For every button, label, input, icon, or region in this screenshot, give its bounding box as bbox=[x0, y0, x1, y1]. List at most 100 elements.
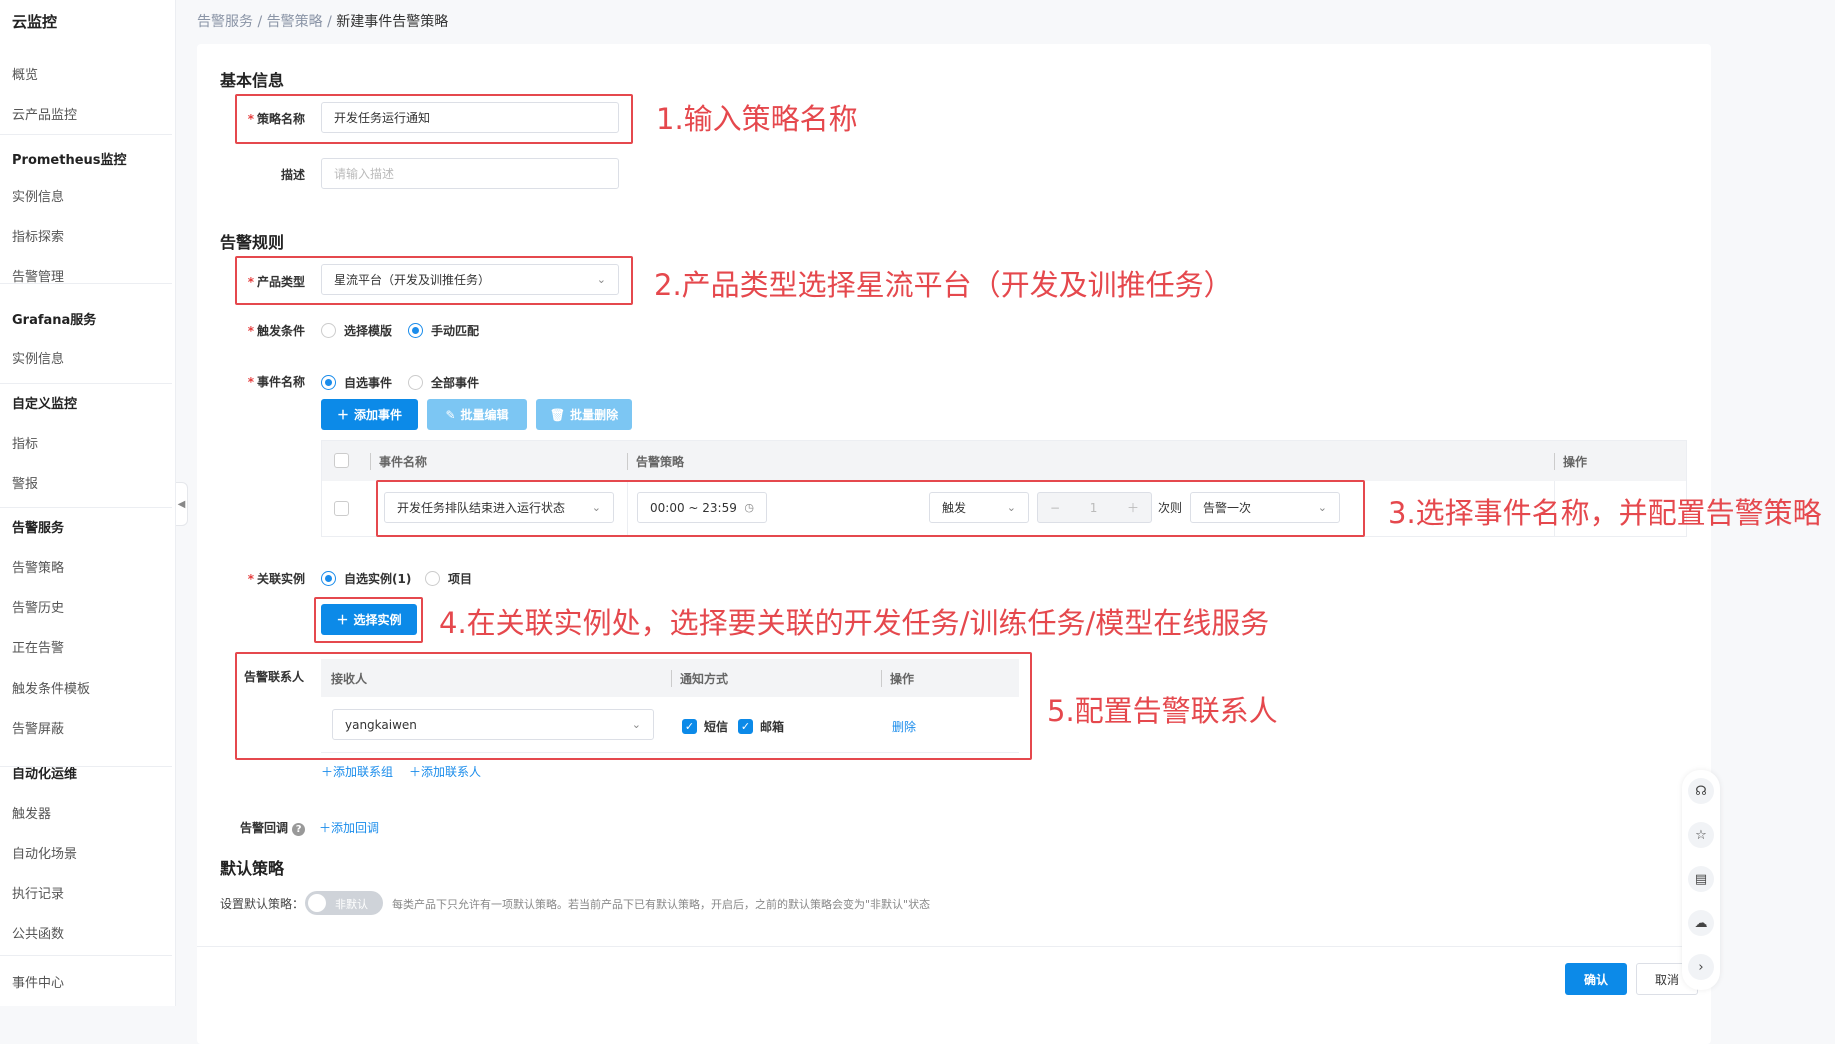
plus-icon: ＋ bbox=[336, 408, 349, 422]
sms-checkbox[interactable]: ✓ 短信 bbox=[682, 718, 728, 735]
product-label: * 产品类型 bbox=[247, 275, 305, 289]
section-default-title: 默认策略 bbox=[220, 859, 285, 878]
radio-custom-events[interactable]: 自选事件 bbox=[321, 374, 392, 391]
sidebar-item[interactable]: 自动化场景 bbox=[12, 843, 77, 862]
breadcrumb: 告警服务 / 告警策略 / 新建事件告警策略 bbox=[197, 14, 449, 30]
sidebar-item[interactable]: 警报 bbox=[12, 473, 38, 492]
receiver-select[interactable]: yangkaiwen ⌄ bbox=[332, 709, 654, 740]
floating-toolbar: ☊ ☆ ▤ ☁ › bbox=[1682, 770, 1720, 990]
sidebar-group: Grafana服务 bbox=[12, 313, 97, 328]
radio-template[interactable]: 选择模版 bbox=[321, 322, 392, 339]
sidebar-item[interactable]: 指标探索 bbox=[12, 226, 64, 245]
sidebar-item[interactable]: 告警策略 bbox=[12, 557, 64, 576]
annotation-2: 2.产品类型选择星流平台（开发及训推任务） bbox=[654, 268, 1233, 302]
sidebar-group: 告警服务 bbox=[12, 521, 65, 536]
help-icon[interactable]: ? bbox=[292, 823, 306, 836]
header-receiver: 接收人 bbox=[331, 672, 368, 686]
header-actions: 操作 bbox=[1554, 453, 1587, 470]
annotation-4: 4.在关联实例处，选择要关联的开发任务/训练任务/模型在线服务 bbox=[439, 606, 1270, 640]
contacts-label: 告警联系人 bbox=[244, 670, 305, 684]
add-event-button[interactable]: ＋添加事件 bbox=[321, 399, 418, 430]
sidebar: 云监控 概览 云产品监控 Prometheus监控 实例信息 指标探索 告警管理 Grafa… bbox=[0, 0, 176, 1006]
select-instance-button[interactable]: ＋选择实例 bbox=[321, 604, 417, 635]
chevron-right-icon[interactable]: › bbox=[1688, 954, 1714, 980]
sidebar-item[interactable]: 实例信息 bbox=[12, 348, 64, 367]
add-contact-group-link[interactable]: ＋添加联系组 bbox=[321, 763, 393, 780]
check-icon: ✓ bbox=[682, 719, 697, 734]
sidebar-item[interactable]: 触发条件模板 bbox=[12, 678, 90, 697]
batch-delete-button[interactable]: 🗑 批量删除 bbox=[536, 399, 632, 430]
radio-custom-instance[interactable]: 自选实例(1) bbox=[321, 570, 411, 587]
section-rules-title: 告警规则 bbox=[220, 233, 285, 252]
breadcrumb-item[interactable]: 告警服务 bbox=[197, 14, 253, 30]
batch-edit-button[interactable]: ✎ 批量编辑 bbox=[427, 399, 527, 430]
sidebar-item[interactable]: 告警历史 bbox=[12, 597, 64, 616]
default-toggle[interactable]: 非默认 bbox=[305, 891, 383, 915]
plus-icon: ＋ bbox=[336, 613, 349, 627]
section-basic-title: 基本信息 bbox=[220, 71, 285, 90]
sidebar-group: Prometheus监控 bbox=[12, 153, 127, 168]
annotation-3: 3.选择事件名称，并配置告警策略 bbox=[1388, 496, 1822, 530]
radio-project[interactable]: 项目 bbox=[425, 570, 472, 587]
add-callback-link[interactable]: ＋添加回调 bbox=[319, 819, 379, 836]
desc-label: 描述 bbox=[280, 168, 305, 182]
sidebar-divider bbox=[0, 383, 172, 384]
sidebar-item[interactable]: 实例信息 bbox=[12, 186, 64, 205]
callback-label: 告警回调 ? bbox=[240, 819, 306, 836]
trash-icon: 🗑 bbox=[549, 407, 566, 422]
delete-contact-link[interactable]: 删除 bbox=[892, 718, 916, 735]
product-type-select[interactable]: 星流平台（开发及训推任务） ⌄ bbox=[321, 264, 619, 295]
sidebar-group: 自定义监控 bbox=[12, 397, 78, 412]
breadcrumb-item[interactable]: 告警策略 bbox=[267, 14, 323, 30]
collapse-sidebar-handle[interactable]: ◀ bbox=[176, 482, 188, 526]
confirm-button[interactable]: 确认 bbox=[1565, 963, 1627, 995]
trigger-label: * 触发条件 bbox=[247, 324, 305, 338]
annotation-1: 1.输入策略名称 bbox=[656, 102, 858, 136]
sidebar-item[interactable]: 执行记录 bbox=[12, 883, 64, 902]
sidebar-divider bbox=[0, 766, 172, 767]
add-contact-link[interactable]: ＋添加联系人 bbox=[409, 763, 481, 780]
document-icon[interactable]: ▤ bbox=[1688, 866, 1714, 892]
event-label: * 事件名称 bbox=[247, 375, 305, 389]
header-strategy: 告警策略 bbox=[627, 453, 684, 470]
sidebar-item[interactable]: 正在告警 bbox=[12, 637, 64, 656]
pencil-icon: ✎ bbox=[445, 407, 456, 422]
chevron-down-icon: ⌄ bbox=[631, 718, 641, 731]
header-event-name: 事件名称 bbox=[370, 453, 427, 470]
event-table-header: 事件名称 告警策略 操作 bbox=[322, 441, 1686, 481]
sidebar-item[interactable]: 触发器 bbox=[12, 803, 51, 822]
sidebar-item[interactable]: 指标 bbox=[12, 433, 38, 452]
chevron-left-icon: ◀ bbox=[177, 498, 186, 510]
header-actions: 操作 bbox=[881, 670, 914, 687]
name-label: * 策略名称 bbox=[247, 112, 305, 126]
row-checkbox[interactable] bbox=[334, 501, 349, 516]
sidebar-item[interactable]: 事件中心 bbox=[12, 972, 64, 991]
sidebar-divider bbox=[0, 134, 172, 135]
radio-manual[interactable]: 手动匹配 bbox=[408, 322, 479, 339]
breadcrumb-current: 新建事件告警策略 bbox=[336, 14, 449, 30]
email-checkbox[interactable]: ✓ 邮箱 bbox=[738, 718, 784, 735]
radio-all-events[interactable]: 全部事件 bbox=[408, 374, 479, 391]
default-label: 设置默认策略： bbox=[220, 897, 305, 911]
description-input[interactable]: 请输入描述 bbox=[321, 158, 619, 189]
sidebar-divider bbox=[0, 955, 172, 956]
cloud-icon[interactable]: ☁ bbox=[1688, 910, 1714, 936]
sidebar-divider bbox=[0, 507, 172, 508]
sidebar-item[interactable]: 云产品监控 bbox=[12, 104, 77, 123]
sidebar-item[interactable]: 公共函数 bbox=[12, 923, 64, 942]
headset-icon[interactable]: ☊ bbox=[1688, 778, 1714, 804]
strategy-name-input[interactable]: 开发任务运行通知 bbox=[321, 102, 619, 133]
sidebar-item[interactable]: 告警屏蔽 bbox=[12, 718, 64, 737]
annotation-5: 5.配置告警联系人 bbox=[1047, 694, 1278, 728]
check-icon: ✓ bbox=[738, 719, 753, 734]
contacts-header: 接收人 通知方式 操作 bbox=[321, 659, 1019, 697]
star-icon[interactable]: ☆ bbox=[1688, 822, 1714, 848]
default-hint: 每类产品下只允许有一项默认策略。若当前产品下已有默认策略，开启后，之前的默认策略… bbox=[392, 898, 931, 911]
instance-label: * 关联实例 bbox=[247, 572, 305, 586]
header-notify: 通知方式 bbox=[671, 670, 728, 687]
chevron-down-icon: ⌄ bbox=[596, 273, 606, 286]
sidebar-item[interactable]: 概览 bbox=[12, 64, 38, 83]
select-all-checkbox[interactable] bbox=[334, 453, 349, 468]
sidebar-title: 云监控 bbox=[12, 13, 58, 31]
form-card bbox=[197, 44, 1711, 1044]
